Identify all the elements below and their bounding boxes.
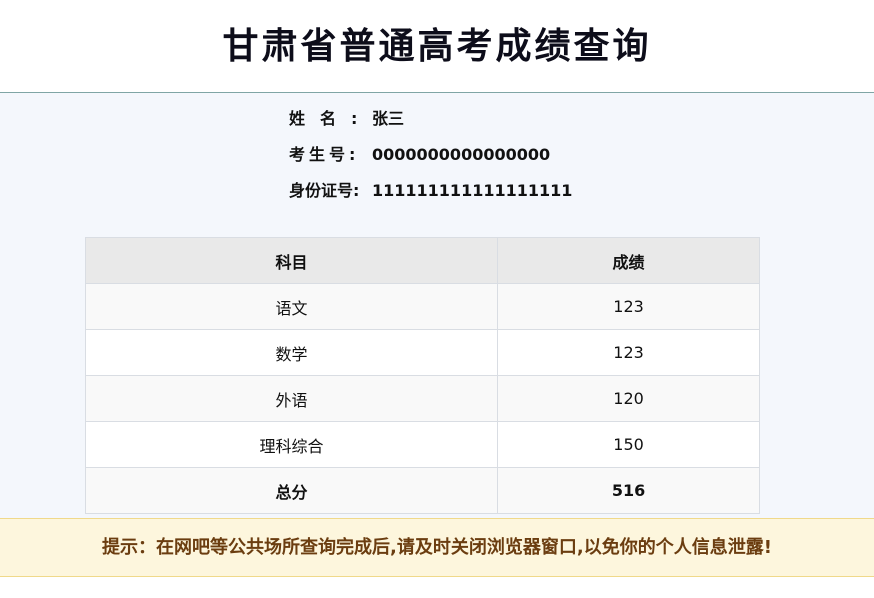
table-row: 数学 123 bbox=[84, 329, 760, 376]
score-cell: 123 bbox=[497, 329, 760, 376]
total-row: 总分 516 bbox=[84, 467, 760, 514]
table-header-row: 科目 成绩 bbox=[84, 237, 760, 284]
subject-cell: 外语 bbox=[84, 375, 499, 422]
score-table: 科目 成绩 语文 123 数学 123 外语 120 理科综合 150 总分 5… bbox=[84, 237, 760, 514]
privacy-notice: 提示：在网吧等公共场所查询完成后,请及时关闭浏览器窗口,以免你的个人信息泄露! bbox=[0, 518, 874, 577]
id-number-value: 111111111111111111 bbox=[372, 181, 573, 200]
score-cell: 123 bbox=[497, 283, 760, 330]
score-cell: 150 bbox=[497, 421, 760, 468]
id-number-label: 身份证号: bbox=[289, 181, 360, 200]
exam-number-label: 考生号: bbox=[289, 145, 360, 164]
subject-cell: 语文 bbox=[84, 283, 499, 330]
student-name-row: 姓名:张三 bbox=[289, 107, 404, 131]
total-score-cell: 516 bbox=[497, 467, 760, 514]
student-name-value: 张三 bbox=[372, 109, 405, 128]
page-title: 甘肃省普通高考成绩查询 bbox=[222, 26, 652, 67]
table-row: 外语 120 bbox=[84, 375, 760, 422]
column-header-subject: 科目 bbox=[84, 237, 499, 284]
page-header: 甘肃省普通高考成绩查询 bbox=[0, 0, 874, 93]
exam-number-row: 考生号: 0000000000000000 bbox=[289, 143, 550, 167]
id-number-row: 身份证号: 111111111111111111 bbox=[289, 179, 572, 203]
main-content: 姓名:张三 考生号: 0000000000000000 身份证号: 11111111… bbox=[0, 93, 874, 518]
table-row: 语文 123 bbox=[84, 283, 760, 330]
subject-cell: 数学 bbox=[84, 329, 499, 376]
exam-number-value: 0000000000000000 bbox=[372, 145, 551, 164]
subject-cell: 理科综合 bbox=[84, 421, 499, 468]
score-cell: 120 bbox=[497, 375, 760, 422]
total-label-cell: 总分 bbox=[84, 467, 499, 514]
column-header-score: 成绩 bbox=[497, 237, 760, 284]
table-row: 理科综合 150 bbox=[84, 421, 760, 468]
student-name-label: 姓名: bbox=[289, 109, 373, 128]
privacy-notice-text: 提示：在网吧等公共场所查询完成后,请及时关闭浏览器窗口,以免你的个人信息泄露! bbox=[102, 537, 772, 558]
